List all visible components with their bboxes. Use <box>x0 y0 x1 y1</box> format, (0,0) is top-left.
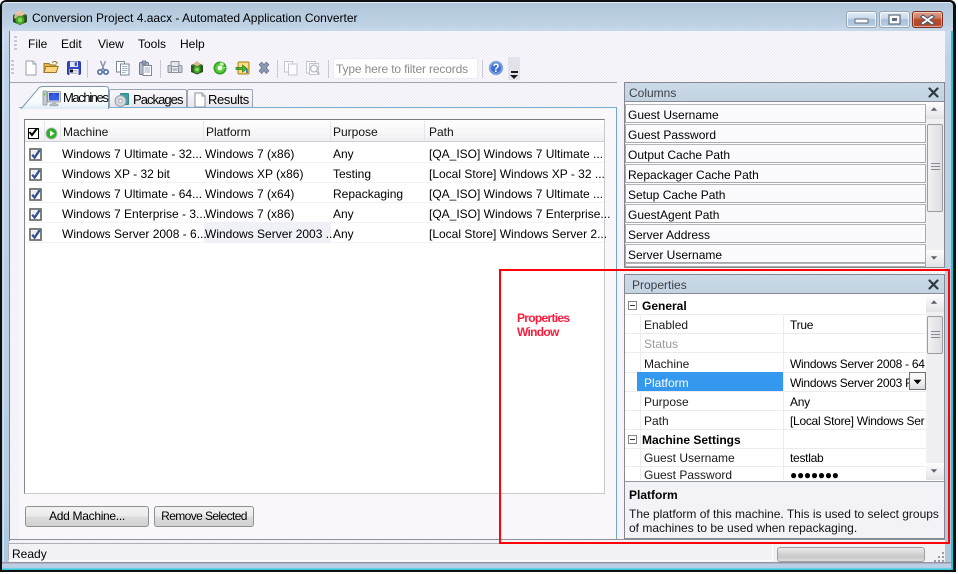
svg-text:?: ? <box>492 63 499 75</box>
